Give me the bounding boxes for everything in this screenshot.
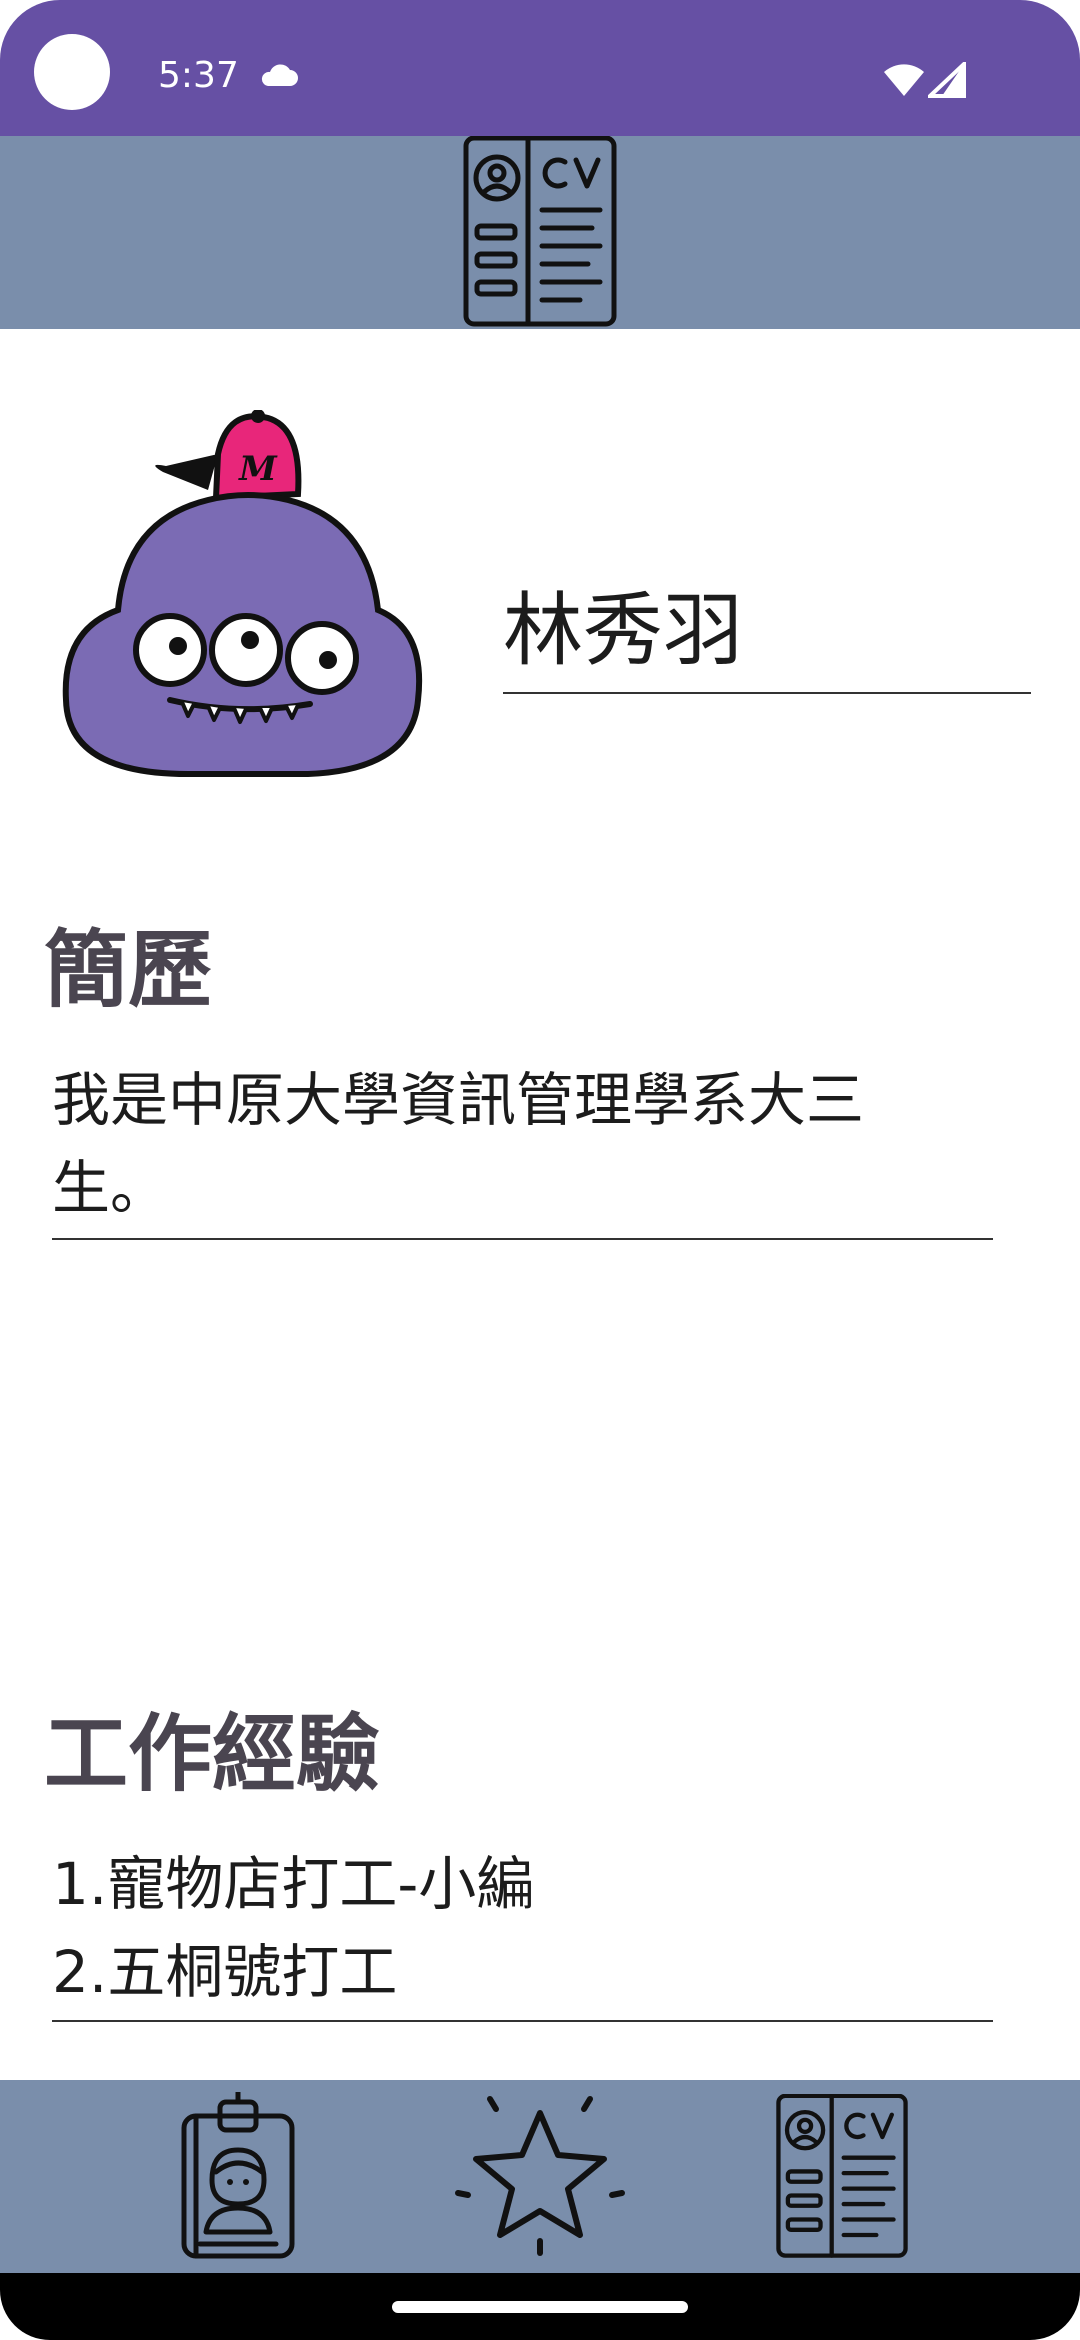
cloud-icon [261, 64, 298, 86]
nav-profile[interactable] [148, 2080, 328, 2273]
system-navigation-bar [0, 2273, 1080, 2340]
nav-resume[interactable] [752, 2080, 932, 2273]
camera-cutout [34, 34, 110, 110]
cv-icon [463, 136, 617, 327]
resume-field[interactable]: 我是中原大學資訊管理學系大三 生。 [52, 1056, 993, 1240]
avatar[interactable]: M [58, 410, 438, 780]
cv-icon [776, 2093, 908, 2258]
id-badge-icon [181, 2091, 295, 2258]
work-experience-field[interactable]: 1.寵物店打工-小編 2.五桐號打工 [52, 1840, 993, 2022]
name-field[interactable]: 林秀羽 [503, 570, 1031, 694]
app-bar [0, 136, 1080, 329]
nav-favorites[interactable] [450, 2080, 630, 2273]
resume-title: 簡歷 [44, 921, 213, 1019]
work-experience-title: 工作經驗 [44, 1705, 381, 1803]
home-gesture-handle[interactable] [392, 2301, 688, 2313]
star-icon [455, 2095, 625, 2256]
signal-icon [928, 62, 966, 98]
wifi-icon [884, 64, 924, 96]
status-time: 5:37 [158, 55, 239, 96]
svg-text:M: M [238, 449, 278, 489]
bottom-navigation [0, 2080, 1080, 2273]
status-bar: 5:37 [0, 0, 1080, 136]
